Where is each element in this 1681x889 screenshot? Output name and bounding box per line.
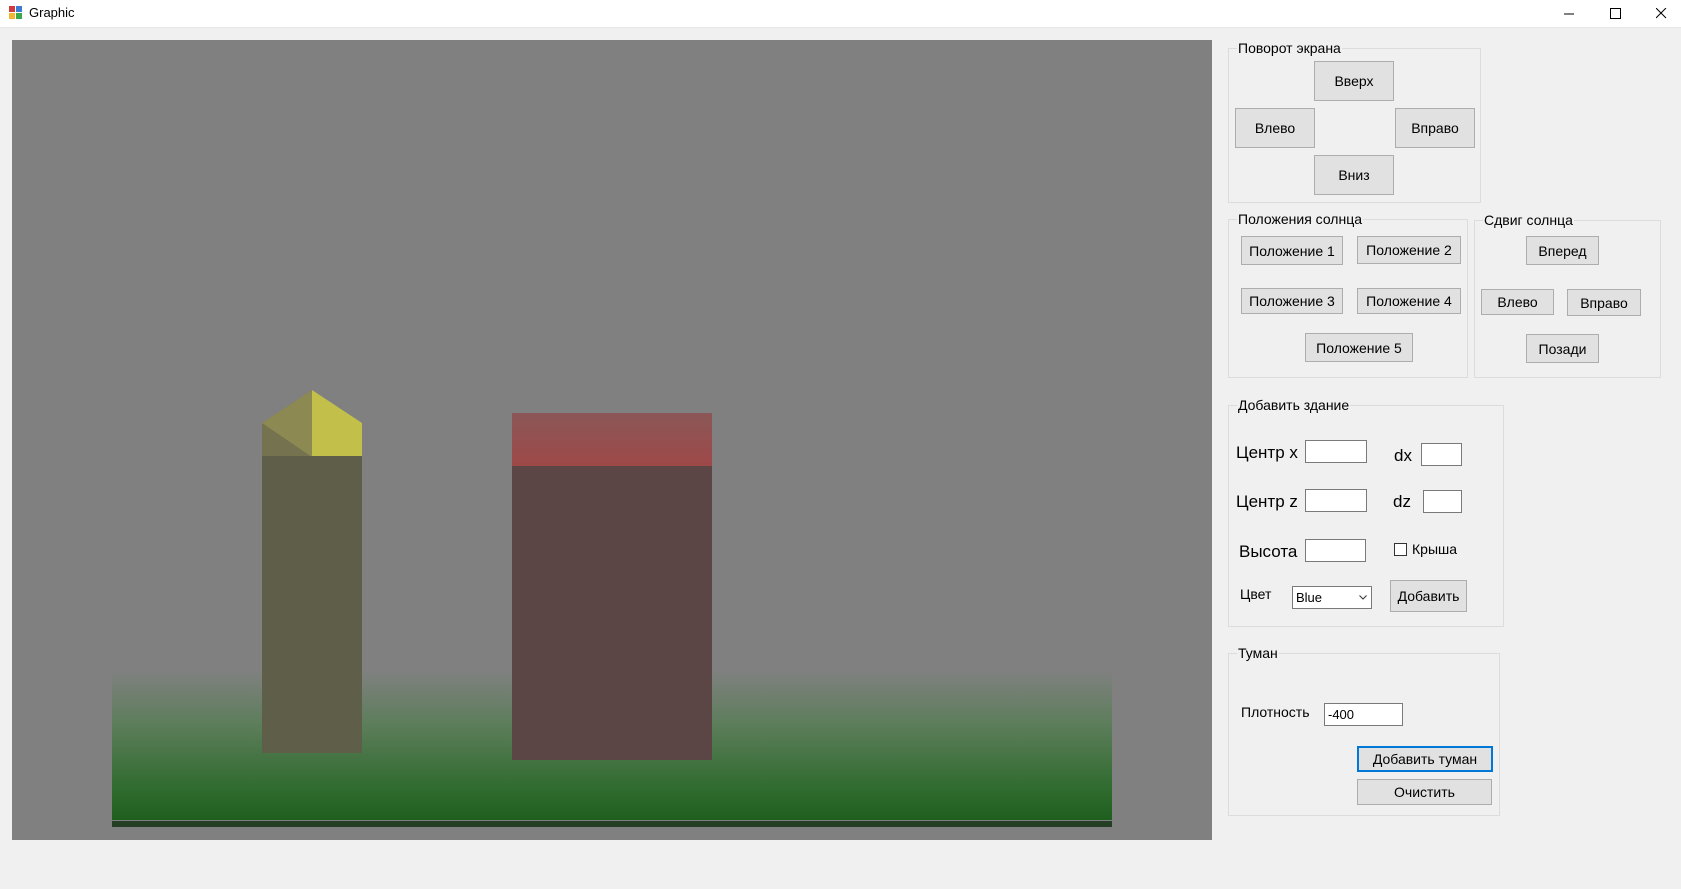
- group-title: Добавить здание: [1237, 397, 1351, 413]
- close-button[interactable]: [1638, 0, 1681, 26]
- sun-shift-group: Сдвиг солнца Вперед Влево Вправо Позади: [1474, 212, 1661, 378]
- sun-position-5-button[interactable]: Положение 5: [1305, 333, 1413, 362]
- roof-label: Крыша: [1412, 541, 1458, 557]
- color-select[interactable]: Blue: [1292, 586, 1372, 609]
- rotate-left-button[interactable]: Влево: [1235, 108, 1315, 148]
- density-input[interactable]: [1324, 703, 1403, 726]
- center-x-label: Центр x: [1236, 443, 1298, 462]
- density-label: Плотность: [1241, 704, 1310, 720]
- height-label: Высота: [1239, 542, 1298, 561]
- clear-button[interactable]: Очистить: [1357, 779, 1492, 805]
- sun-right-button[interactable]: Вправо: [1567, 289, 1641, 316]
- title-bar: Graphic: [0, 0, 1681, 28]
- minimize-button[interactable]: [1546, 0, 1592, 26]
- sun-back-button[interactable]: Позади: [1526, 334, 1599, 363]
- color-label: Цвет: [1240, 586, 1272, 602]
- house-building: [512, 466, 712, 760]
- sun-positions-group: Положения солнца Положение 1 Положение 2…: [1228, 211, 1468, 378]
- dx-input[interactable]: [1421, 443, 1462, 466]
- dz-input[interactable]: [1423, 490, 1462, 513]
- dz-label: dz: [1393, 492, 1411, 511]
- close-icon: [1655, 7, 1666, 18]
- color-select-value: Blue: [1296, 590, 1323, 605]
- roof-checkbox[interactable]: [1394, 543, 1407, 556]
- tower-roof: [262, 390, 362, 457]
- app-icon: [9, 6, 23, 19]
- add-building-button[interactable]: Добавить: [1390, 580, 1467, 612]
- sun-position-1-button[interactable]: Положение 1: [1241, 236, 1343, 265]
- group-title: Туман: [1237, 645, 1279, 661]
- maximize-button[interactable]: [1592, 0, 1638, 26]
- screen-rotation-group: Поворот экрана Вверх Влево Вправо Вниз: [1228, 40, 1481, 203]
- sun-position-2-button[interactable]: Положение 2: [1357, 236, 1461, 264]
- sun-position-3-button[interactable]: Положение 3: [1241, 288, 1343, 314]
- center-x-input[interactable]: [1305, 440, 1367, 463]
- sun-forward-button[interactable]: Вперед: [1526, 236, 1599, 265]
- house-roof: [512, 413, 712, 466]
- tower-building: [262, 456, 362, 753]
- sun-left-button[interactable]: Влево: [1481, 289, 1554, 315]
- rotate-right-button[interactable]: Вправо: [1395, 108, 1475, 148]
- ground-edge: [112, 821, 1112, 827]
- group-title: Сдвиг солнца: [1483, 212, 1574, 228]
- add-building-group: Добавить здание Центр x dx Центр z dz Вы…: [1228, 397, 1504, 627]
- fog-group: Туман Плотность Добавить туман Очистить: [1228, 645, 1500, 816]
- window-title: Graphic: [29, 5, 75, 20]
- minimize-icon: [1563, 13, 1574, 14]
- center-z-input[interactable]: [1305, 489, 1367, 512]
- rotate-down-button[interactable]: Вниз: [1314, 155, 1394, 195]
- rotate-up-button[interactable]: Вверх: [1314, 61, 1394, 101]
- center-z-label: Центр z: [1236, 492, 1298, 511]
- scene-canvas[interactable]: [12, 40, 1212, 840]
- add-fog-button[interactable]: Добавить туман: [1357, 746, 1493, 772]
- maximize-icon: [1609, 7, 1621, 19]
- height-input[interactable]: [1305, 539, 1366, 562]
- chevron-down-icon: [1359, 595, 1367, 600]
- sun-position-4-button[interactable]: Положение 4: [1357, 288, 1461, 314]
- dx-label: dx: [1394, 446, 1412, 465]
- group-title: Положения солнца: [1237, 211, 1364, 227]
- group-title: Поворот экрана: [1237, 40, 1342, 56]
